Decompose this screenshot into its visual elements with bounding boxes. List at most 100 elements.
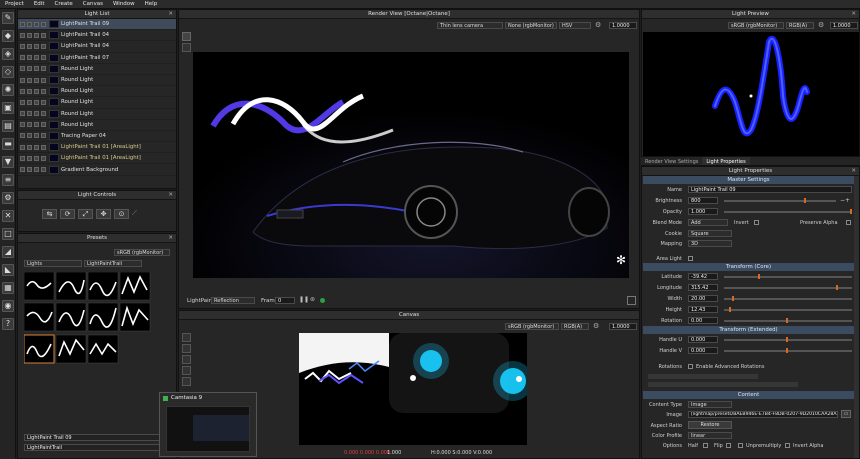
solo-icon[interactable] [34,43,39,49]
mute-icon[interactable] [41,55,46,61]
close-icon[interactable]: ✕ [168,191,173,200]
visibility-icon[interactable] [20,88,25,94]
wand-icon[interactable]: ⟋ [132,209,142,219]
fullscreen-icon[interactable] [627,296,636,305]
visibility-icon[interactable] [20,55,25,61]
solo-icon[interactable] [34,32,39,38]
visibility-icon[interactable] [20,43,25,49]
lock-icon[interactable] [27,144,32,150]
visibility-icon[interactable] [20,111,25,117]
decrement-increment-icon[interactable]: −+ [840,197,850,204]
close-icon[interactable]: ✕ [851,10,856,19]
content-section[interactable]: Content [643,391,854,399]
light-list-item[interactable]: Gradient Background [18,164,176,176]
unpremultiply-checkbox[interactable] [738,443,743,448]
height-slider[interactable] [724,307,852,312]
visibility-icon[interactable] [20,144,25,150]
fill-tool-icon[interactable]: ▣ [2,102,14,114]
area-light-checkbox[interactable] [688,256,693,261]
camtasia-taskbar-preview[interactable]: Camtasia 9 [159,392,257,457]
menu-window[interactable]: Window [108,1,140,7]
solo-icon[interactable] [34,21,39,27]
gear-icon[interactable]: ⚙ [595,21,605,30]
light-list-item[interactable]: LightPaint Trail 09 [18,19,176,31]
handle-v-field[interactable]: 0.000 [688,347,718,354]
solo-icon[interactable] [34,77,39,83]
brightness-field[interactable]: 800 [688,197,718,204]
globe-icon[interactable]: ◉ [2,300,14,312]
preview-channel-select[interactable]: RGB(A) [786,22,814,29]
flip-checkbox[interactable] [726,443,731,448]
light-list-item[interactable]: Round Light [18,97,176,109]
target-tool-icon[interactable]: ✺ [2,84,14,96]
preset-subcategory-select[interactable]: LightPaintTrail [84,260,142,267]
rect-light-icon[interactable]: ▬ [2,138,14,150]
latitude-slider[interactable] [724,274,852,279]
tab-render-view-settings[interactable]: Render View Settings [641,157,702,165]
advanced-rotations-checkbox[interactable] [688,364,693,369]
gradient-tool-icon[interactable]: ▤ [2,120,14,132]
camera-select[interactable]: Thin lens camera [437,22,503,29]
blend-mode-select[interactable]: Add [688,219,728,226]
light-list-item[interactable]: LightPaint Trail 04 [18,41,176,53]
render-mode-select[interactable]: None (rgbMonitor) [505,22,557,29]
image-path-field[interactable]: [lightmap/presets/BAEB946E-E7B4-F8DB-020… [688,411,838,418]
visibility-icon[interactable] [20,32,25,38]
solo-icon[interactable] [34,167,39,173]
hand-tool-icon[interactable] [182,355,191,364]
mute-icon[interactable] [41,43,46,49]
brush-tool-icon[interactable]: ✎ [2,12,14,24]
mute-icon[interactable] [41,133,46,139]
light-list-item[interactable]: Tracing Paper 04 [18,131,176,143]
colormode-select[interactable]: HSV [559,22,591,29]
preserve-alpha-checkbox[interactable] [846,220,851,225]
visibility-icon[interactable] [20,77,25,83]
light-list-item[interactable]: Round Light [18,109,176,120]
zoom-tool-icon[interactable] [182,366,191,375]
properties-scrollbar[interactable] [854,176,859,458]
solo-icon[interactable] [34,66,39,72]
lock-icon[interactable] [27,21,32,27]
light-list-item[interactable]: LightPaint Trail 01 [AreaLight] [18,142,176,154]
gear-icon[interactable]: ⚙ [2,192,14,204]
settings-icon[interactable]: ⊛ [310,296,315,303]
gear-icon[interactable]: ⚙ [818,21,824,29]
triangle-up-icon[interactable]: ◢ [2,246,14,258]
handle-u-field[interactable]: 0.000 [688,336,718,343]
master-settings-section[interactable]: Master Settings [643,176,854,184]
select-arrow-icon[interactable] [182,43,191,52]
preset-subcategory-field[interactable]: LightPaintTrail [24,444,164,451]
render-exposure-field[interactable]: 1.0000 [609,22,637,29]
solo-icon[interactable] [34,155,39,161]
lock-icon[interactable] [27,99,32,105]
lock-icon[interactable] [27,133,32,139]
restore-button[interactable]: Restore [688,421,732,429]
rotation-field[interactable]: 0.00 [688,317,718,324]
light-list-item[interactable]: Round Light [18,75,176,87]
visibility-icon[interactable] [20,122,25,128]
light-list-item[interactable]: Round Light [18,64,176,75]
help-icon[interactable]: ? [2,318,14,330]
mute-icon[interactable] [41,167,46,173]
width-field[interactable]: 20.00 [688,295,718,302]
name-field[interactable]: LightPaint Trail 09 [688,186,852,193]
lock-icon[interactable] [27,32,32,38]
rotate-light-icon[interactable]: ⟳ [60,209,75,219]
close-icon[interactable]: ✕ [168,234,173,243]
frame-field[interactable]: 0 [275,297,295,304]
transform-core-section[interactable]: Transform (Core) [643,263,854,271]
lock-icon[interactable] [27,155,32,161]
lock-icon[interactable] [27,43,32,49]
solo-icon[interactable] [34,99,39,105]
move-tool-icon[interactable] [182,333,191,342]
solo-icon[interactable] [34,133,39,139]
mute-icon[interactable] [41,32,46,38]
light-list-item[interactable]: Round Light [18,120,176,131]
render-viewport[interactable] [193,52,629,278]
opacity-slider[interactable] [724,209,852,214]
preset-colorspace-select[interactable]: sRGB (rgbMonitor) [114,249,170,256]
light-list-item[interactable]: LightPaint Trail 04 [18,30,176,42]
longitude-field[interactable]: 315.42 [688,284,718,291]
menu-help[interactable]: Help [140,1,163,7]
hdr-icon[interactable]: ▦ [2,282,14,294]
